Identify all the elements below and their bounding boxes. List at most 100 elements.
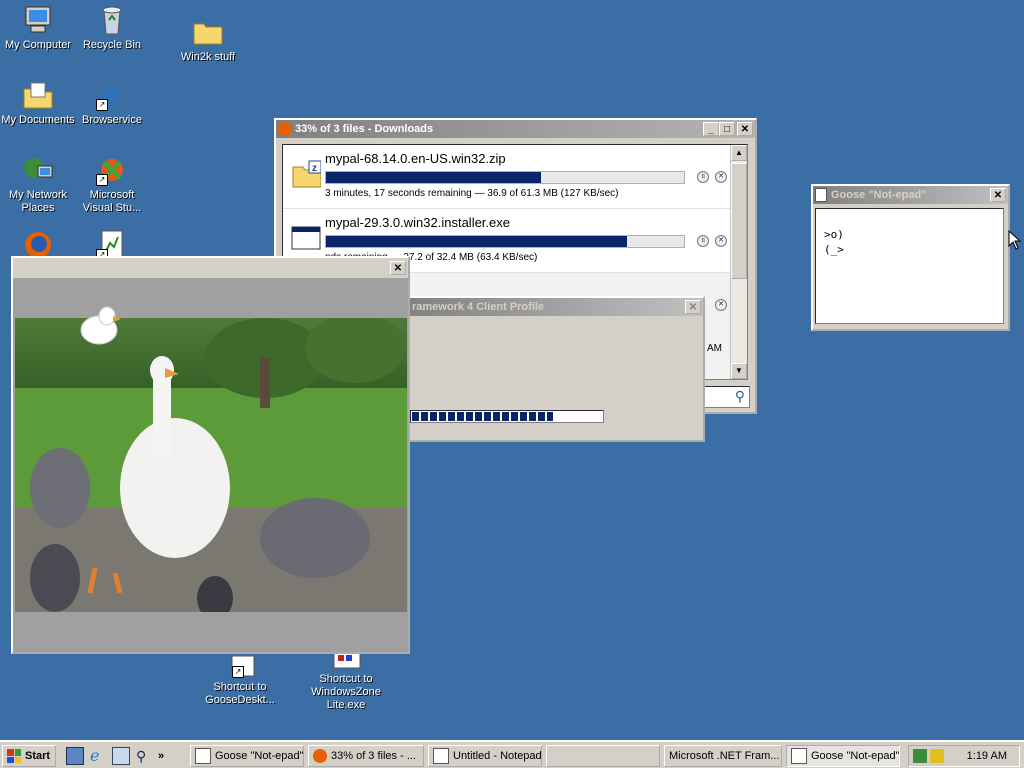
download-status: 3 minutes, 17 seconds remaining — 36.9 o… [325,188,619,199]
installer-exe-icon [291,223,321,251]
download-progress-bar [325,235,685,248]
taskbar-button-goose-notepad[interactable]: Goose "Not-epad" [190,745,304,767]
search-icon[interactable]: ⚲ [735,388,745,405]
close-button[interactable]: ✕ [737,122,753,136]
internet-explorer-icon[interactable]: e [90,748,106,764]
icon-label: My Network Places [8,189,68,214]
window-title: Goose "Not-epad" [831,189,927,201]
outlook-express-icon[interactable] [112,747,130,765]
taskbar-button-untitled-notepad[interactable]: Untitled - Notepad [428,745,542,767]
taskbar-button-label: Goose "Not-epad" [215,750,304,762]
desktop-icon-my-network-places[interactable]: My Network Places [0,154,76,215]
download-status: AM [707,343,722,354]
internet-explorer-icon: e ↗ [96,79,128,112]
desktop-icon-browservice[interactable]: e ↗ Browservice [74,79,150,127]
notepad-text-area[interactable]: >o) (_> [815,208,1004,324]
icon-label: My Documents [1,114,75,126]
install-progress-blocks [412,412,553,421]
desktop-icon-win2k-stuff[interactable]: Win2k stuff [170,16,246,64]
quick-launch: e ⚲ » [66,746,164,766]
show-desktop-icon[interactable] [66,747,84,765]
desktop-icon-recycle-bin[interactable]: Recycle Bin [74,4,150,52]
notepad-icon [791,748,807,764]
minimize-button[interactable]: _ [703,122,719,136]
clock[interactable]: 1:19 AM [967,750,1007,762]
computer-icon [22,4,54,36]
icon-label: Win2k stuff [180,51,236,63]
taskbar-button-blank[interactable] [546,745,660,767]
downloads-titlebar[interactable]: 33% of 3 files - Downloads _ □ ✕ [276,120,755,138]
system-tray: 1:19 AM [908,745,1020,767]
taskbar-button-label: Microsoft .NET Fram... [669,750,780,762]
blank-document-icon: ↗ [224,655,256,678]
start-label: Start [25,750,51,762]
quick-launch-chevron[interactable]: » [158,750,164,762]
update-tray-icon[interactable] [930,749,944,763]
desktop-icon-goose-desktop-shortcut[interactable]: ↗ Shortcut to GooseDeskt... [202,655,278,707]
taskbar-button-goose-notepad-active[interactable]: Goose "Not-epad" [786,745,900,767]
goose-notepad-titlebar[interactable]: Goose "Not-epad" ✕ [813,186,1008,204]
close-button[interactable]: ✕ [990,188,1006,202]
progress-fill [326,172,541,183]
taskbar-button-label: Untitled - Notepad [453,750,542,762]
download-item[interactable]: z mypal-68.14.0.en-US.win32.zip ॥ ✕ 3 mi… [283,145,747,209]
window-title: 33% of 3 files - Downloads [295,123,434,135]
taskbar-button-downloads[interactable]: 33% of 3 files - ... [308,745,424,767]
desktop-icon-visual-studio[interactable]: ↗ Microsoft Visual Stu... [74,154,150,215]
icon-label: Shortcut to GooseDeskt... [205,681,275,706]
folder-icon [192,16,224,48]
notepad-icon [815,188,827,202]
svg-text:z: z [312,163,317,174]
dotnet-titlebar[interactable]: ramework 4 Client Profile ✕ [398,298,703,316]
goose-sprite[interactable] [77,302,121,350]
icon-label: Shortcut to WindowsZone Lite.exe [311,673,381,711]
maximize-button[interactable]: □ [719,122,735,136]
download-filename: mypal-68.14.0.en-US.win32.zip [325,151,506,166]
taskbar-button-label: 33% of 3 files - ... [331,750,416,762]
firefox-icon [278,122,292,136]
goose-ascii-line: (_> [824,243,844,256]
taskbar-button-label: Goose "Not-epad" [811,750,900,762]
install-progress-bar [410,410,604,423]
pause-button[interactable]: ॥ [697,171,709,183]
network-tray-icon[interactable] [913,749,927,763]
icon-label: Microsoft Visual Stu... [82,189,142,214]
cancel-button[interactable]: ✕ [715,235,727,247]
desktop-icon-my-documents[interactable]: My Documents [0,79,76,127]
icon-label: Recycle Bin [82,39,142,51]
desktop-icon-windowszone-shortcut[interactable]: Shortcut to WindowsZone Lite.exe [308,650,384,712]
download-filename: mypal-29.3.0.win32.installer.exe [325,215,510,230]
close-button[interactable]: ✕ [685,300,701,314]
desktop-icon-my-computer[interactable]: My Computer [0,4,76,52]
mouse-cursor [1008,229,1022,253]
shortcut-arrow-icon: ↗ [232,666,244,678]
firefox-icon [313,749,327,763]
cancel-button[interactable]: ✕ [715,171,727,183]
goose-gif-image [15,318,407,612]
scroll-up-button[interactable]: ▲ [731,145,747,161]
start-button[interactable]: Start [2,745,56,767]
shortcut-arrow-icon: ↗ [96,174,108,186]
documents-folder-icon [22,79,54,111]
scroll-down-button[interactable]: ▼ [731,363,747,379]
dotnet-installer-window[interactable]: ramework 4 Client Profile ✕ [396,296,705,442]
icon-label: My Computer [4,39,72,51]
goose-gif-titlebar[interactable]: ✕ [13,258,408,278]
visual-studio-icon: ↗ [96,154,128,186]
cancel-button[interactable]: ✕ [715,299,727,311]
goose-notepad-window[interactable]: Goose "Not-epad" ✕ >o) (_> [811,184,1010,331]
scroll-thumb[interactable] [731,163,747,279]
close-button[interactable]: ✕ [390,261,406,275]
download-progress-bar [325,171,685,184]
pause-button[interactable]: ॥ [697,235,709,247]
taskbar-button-dotnet[interactable]: Microsoft .NET Fram... [664,745,782,767]
zip-folder-icon: z [291,159,322,188]
notepad-icon [195,748,211,764]
search-icon[interactable]: ⚲ [136,748,152,764]
icon-label: Browservice [82,114,142,126]
progress-fill [326,236,627,247]
vertical-scrollbar[interactable]: ▲ ▼ [730,145,747,379]
goose-gif-window[interactable]: ✕ [11,256,410,654]
network-icon [22,154,54,186]
notepad-icon [433,748,449,764]
